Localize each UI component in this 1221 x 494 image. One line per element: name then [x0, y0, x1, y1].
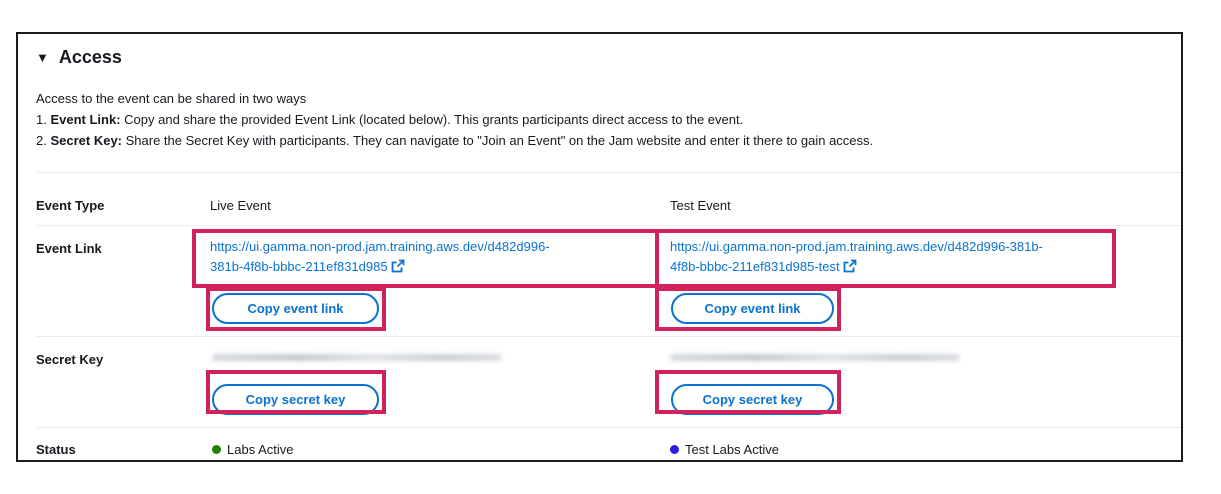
item-label: Event Link:	[50, 112, 121, 127]
access-section-header[interactable]: ▼ Access	[36, 47, 122, 68]
copy-live-event-link-button[interactable]: Copy event link	[212, 293, 379, 324]
copy-live-secret-key-button[interactable]: Copy secret key	[212, 384, 379, 415]
description-intro: Access to the event can be shared in two…	[36, 91, 307, 106]
test-event-type: Test Event	[670, 198, 731, 213]
access-panel: ▼ Access Access to the event can be shar…	[16, 32, 1183, 462]
live-event-type: Live Event	[210, 198, 271, 213]
caret-down-icon[interactable]: ▼	[36, 50, 49, 65]
divider	[36, 336, 1181, 337]
description-item-event-link: 1. Event Link: Copy and share the provid…	[36, 109, 873, 130]
item-text: Share the Secret Key with participants. …	[122, 133, 874, 148]
divider	[36, 225, 1181, 226]
live-event-link[interactable]: https://ui.gamma.non-prod.jam.training.a…	[210, 237, 550, 277]
section-title: Access	[58, 47, 122, 67]
status-text: Test Labs Active	[685, 442, 779, 457]
event-type-label: Event Type	[36, 198, 105, 213]
link-line: 4f8b-bbbc-211ef831d985-test	[670, 259, 840, 274]
item-number: 1.	[36, 112, 51, 127]
status-dot-icon	[212, 445, 221, 454]
item-text: Copy and share the provided Event Link (…	[120, 112, 744, 127]
test-secret-key-value	[670, 354, 960, 361]
live-secret-key-value	[212, 354, 502, 361]
link-line: https://ui.gamma.non-prod.jam.training.a…	[670, 239, 1043, 254]
external-link-icon	[391, 259, 404, 273]
test-status: Test Labs Active	[670, 442, 779, 457]
status-dot-icon	[670, 445, 679, 454]
copy-test-secret-key-button[interactable]: Copy secret key	[671, 384, 834, 415]
description-item-secret-key: 2. Secret Key: Share the Secret Key with…	[36, 130, 873, 151]
secret-key-label: Secret Key	[36, 352, 104, 367]
event-link-label: Event Link	[36, 241, 102, 256]
live-status: Labs Active	[212, 442, 294, 457]
item-number: 2.	[36, 133, 51, 148]
status-text: Labs Active	[227, 442, 294, 457]
copy-test-event-link-button[interactable]: Copy event link	[671, 293, 834, 324]
link-line: 381b-4f8b-bbbc-211ef831d985	[210, 259, 388, 274]
item-label: Secret Key:	[50, 133, 123, 148]
access-description: Access to the event can be shared in two…	[36, 88, 873, 151]
external-link-icon	[843, 259, 857, 273]
status-label: Status	[36, 442, 76, 457]
link-line: https://ui.gamma.non-prod.jam.training.a…	[210, 239, 550, 254]
divider	[36, 172, 1181, 173]
divider	[36, 427, 1181, 428]
test-event-link[interactable]: https://ui.gamma.non-prod.jam.training.a…	[670, 237, 1043, 277]
